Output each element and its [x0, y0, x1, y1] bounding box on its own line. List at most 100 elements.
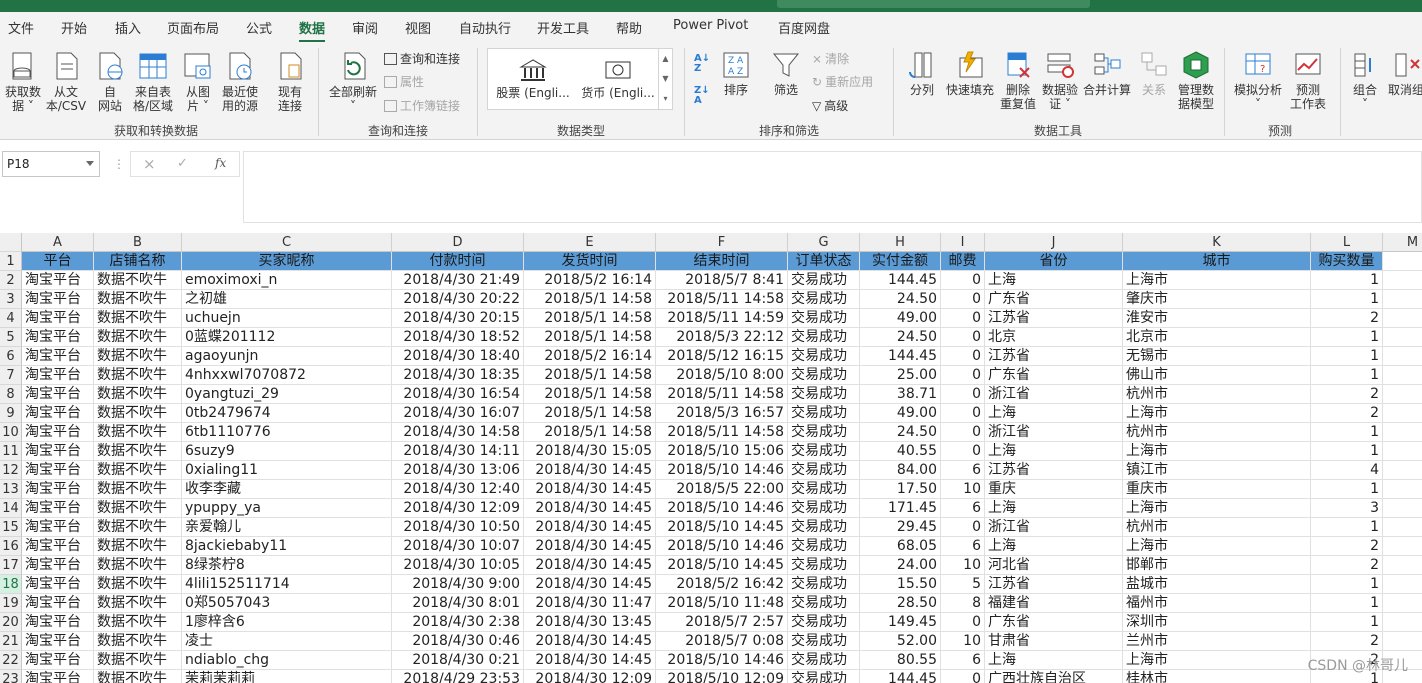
table-cell[interactable]: 2018/4/30 12:09: [524, 670, 656, 683]
table-cell[interactable]: 淘宝平台: [22, 442, 94, 461]
table-cell[interactable]: 2018/4/30 14:45: [524, 518, 656, 537]
tab-10[interactable]: 帮助: [616, 18, 642, 37]
name-box[interactable]: P18: [2, 151, 100, 177]
table-cell[interactable]: 2: [1311, 385, 1383, 404]
table-cell[interactable]: 上海市: [1123, 271, 1311, 290]
table-cell[interactable]: 数据不吹牛: [94, 385, 182, 404]
tab-2[interactable]: 插入: [115, 18, 141, 37]
table-cell[interactable]: 交易成功: [788, 613, 860, 632]
table-cell[interactable]: 数据不吹牛: [94, 271, 182, 290]
table-cell[interactable]: 交易成功: [788, 537, 860, 556]
row-header-1[interactable]: 1: [0, 252, 22, 271]
tab-1[interactable]: 开始: [61, 18, 87, 37]
column-header-J[interactable]: J: [985, 233, 1123, 252]
table-cell[interactable]: 144.45: [860, 347, 941, 366]
table-cell[interactable]: 数据不吹牛: [94, 518, 182, 537]
table-cell[interactable]: 2018/5/1 14:58: [524, 404, 656, 423]
table-cell[interactable]: 交易成功: [788, 309, 860, 328]
table-cell[interactable]: 0: [941, 328, 985, 347]
table-cell[interactable]: 数据不吹牛: [94, 290, 182, 309]
table-cell[interactable]: 数据不吹牛: [94, 537, 182, 556]
table-cell[interactable]: 84.00: [860, 461, 941, 480]
tab-8[interactable]: 自动执行: [459, 18, 511, 37]
table-cell[interactable]: agaoyunjn: [182, 347, 392, 366]
table-cell[interactable]: 淘宝平台: [22, 404, 94, 423]
table-cell[interactable]: 2018/5/10 14:46: [656, 651, 788, 670]
table-cell[interactable]: 1: [1311, 328, 1383, 347]
table-cell[interactable]: 交易成功: [788, 290, 860, 309]
column-header-I[interactable]: I: [941, 233, 985, 252]
table-cell[interactable]: 8jackiebaby11: [182, 537, 392, 556]
relationships-button[interactable]: 关系: [1138, 50, 1170, 97]
table-cell[interactable]: [1383, 366, 1422, 385]
table-cell[interactable]: 2018/4/30 14:45: [524, 632, 656, 651]
table-cell[interactable]: 2018/5/10 14:45: [656, 518, 788, 537]
table-cell[interactable]: 0郑5057043: [182, 594, 392, 613]
table-cell[interactable]: 广东省: [985, 366, 1123, 385]
column-header-G[interactable]: G: [788, 233, 860, 252]
table-cell[interactable]: 2018/5/1 14:58: [524, 309, 656, 328]
table-cell[interactable]: 杭州市: [1123, 518, 1311, 537]
table-cell[interactable]: [1383, 347, 1422, 366]
header-cell[interactable]: 结束时间: [656, 252, 788, 271]
table-cell[interactable]: 交易成功: [788, 499, 860, 518]
table-cell[interactable]: 上海: [985, 499, 1123, 518]
table-cell[interactable]: 淘宝平台: [22, 632, 94, 651]
table-cell[interactable]: 2: [1311, 556, 1383, 575]
table-cell[interactable]: 上海市: [1123, 499, 1311, 518]
table-cell[interactable]: 2018/4/30 13:45: [524, 613, 656, 632]
tab-9[interactable]: 开发工具: [537, 18, 589, 37]
row-header-19[interactable]: 19: [0, 594, 22, 613]
table-cell[interactable]: 江苏省: [985, 575, 1123, 594]
row-header-6[interactable]: 6: [0, 347, 22, 366]
row-header-21[interactable]: 21: [0, 632, 22, 651]
table-cell[interactable]: [1383, 423, 1422, 442]
table-cell[interactable]: 2018/4/30 0:46: [392, 632, 524, 651]
table-cell[interactable]: 2018/4/30 9:00: [392, 575, 524, 594]
table-cell[interactable]: 49.00: [860, 309, 941, 328]
table-cell[interactable]: 10: [941, 632, 985, 651]
forecast-sheet-button[interactable]: 预测 工作表: [1286, 50, 1330, 111]
table-cell[interactable]: 上海市: [1123, 537, 1311, 556]
table-cell[interactable]: 2018/4/30 10:50: [392, 518, 524, 537]
table-cell[interactable]: 镇江市: [1123, 461, 1311, 480]
tab-5[interactable]: 数据: [299, 18, 326, 43]
table-cell[interactable]: 2018/4/29 23:53: [392, 670, 524, 683]
row-header-4[interactable]: 4: [0, 309, 22, 328]
table-cell[interactable]: 2018/4/30 14:45: [524, 480, 656, 499]
clear-filter-button[interactable]: ⨯ 清除: [812, 50, 849, 67]
table-cell[interactable]: 2018/5/11 14:58: [656, 423, 788, 442]
enter-icon[interactable]: ✓: [177, 156, 188, 171]
table-cell[interactable]: 浙江省: [985, 385, 1123, 404]
remove-duplicates-button[interactable]: 删除 重复值: [998, 50, 1038, 111]
table-cell[interactable]: 浙江省: [985, 423, 1123, 442]
sort-button[interactable]: Z AA Z 排序: [718, 50, 754, 97]
table-cell[interactable]: 数据不吹牛: [94, 461, 182, 480]
table-cell[interactable]: 2018/5/7 0:08: [656, 632, 788, 651]
table-cell[interactable]: 淘宝平台: [22, 537, 94, 556]
table-cell[interactable]: 交易成功: [788, 575, 860, 594]
table-cell[interactable]: 江苏省: [985, 347, 1123, 366]
column-header-A[interactable]: A: [22, 233, 94, 252]
table-cell[interactable]: 北京市: [1123, 328, 1311, 347]
table-cell[interactable]: 数据不吹牛: [94, 651, 182, 670]
table-cell[interactable]: 1: [1311, 423, 1383, 442]
table-cell[interactable]: 2018/5/11 14:58: [656, 385, 788, 404]
table-cell[interactable]: 0: [941, 385, 985, 404]
select-all-corner[interactable]: [0, 233, 22, 252]
table-cell[interactable]: 凌士: [182, 632, 392, 651]
table-cell[interactable]: 盐城市: [1123, 575, 1311, 594]
table-cell[interactable]: 交易成功: [788, 442, 860, 461]
from-text-button[interactable]: 从文 本/CSV: [44, 50, 88, 113]
refresh-all-button[interactable]: 全部刷新 ˅: [328, 50, 378, 113]
queries-connections-button[interactable]: 查询和连接: [384, 50, 460, 67]
table-cell[interactable]: 桂林市: [1123, 670, 1311, 683]
table-cell[interactable]: 交易成功: [788, 271, 860, 290]
table-cell[interactable]: [1383, 271, 1422, 290]
table-cell[interactable]: 2018/5/1 14:58: [524, 290, 656, 309]
table-cell[interactable]: 淘宝平台: [22, 651, 94, 670]
what-if-analysis-button[interactable]: ? 模拟分析 ˅: [1232, 50, 1284, 111]
table-cell[interactable]: 1: [1311, 575, 1383, 594]
table-cell[interactable]: 2018/5/10 15:06: [656, 442, 788, 461]
row-header-15[interactable]: 15: [0, 518, 22, 537]
